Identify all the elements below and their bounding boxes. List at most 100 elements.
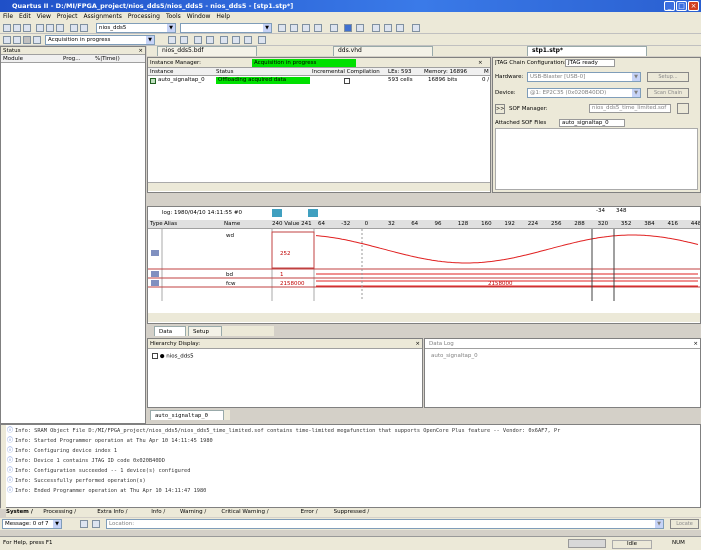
setup-button[interactable]: Setup...: [647, 72, 689, 82]
col-m[interactable]: M: [484, 68, 489, 75]
message-tab[interactable]: System /: [6, 508, 33, 517]
menu-file[interactable]: File: [3, 13, 13, 20]
location-field[interactable]: Location: ▼: [106, 519, 664, 529]
layout-icon[interactable]: [258, 36, 266, 44]
menu-edit[interactable]: Edit: [19, 13, 31, 20]
zoom-out-icon[interactable]: [308, 209, 318, 217]
col-memory[interactable]: Memory: 16896: [424, 68, 467, 75]
tab-stp[interactable]: stp1.stp*: [527, 46, 647, 56]
undo-icon[interactable]: [70, 24, 78, 32]
menu-help[interactable]: Help: [216, 13, 230, 20]
analysis-icon[interactable]: [290, 24, 298, 32]
zoom-icon[interactable]: [168, 36, 176, 44]
read-data-icon[interactable]: [33, 36, 41, 44]
waveform-canvas[interactable]: wd 252 bd 1 fcw 2158000 2158000: [148, 229, 700, 323]
menu-tools[interactable]: Tools: [166, 13, 181, 20]
menu-view[interactable]: View: [37, 13, 51, 20]
menu-assignments[interactable]: Assignments: [83, 13, 121, 20]
message-line[interactable]: Info: Configuration succeeded -- 1 devic…: [15, 467, 190, 475]
tab-auto-signaltap[interactable]: auto_signaltap_0: [150, 410, 224, 420]
message-tab[interactable]: Warning /: [180, 508, 206, 517]
prev-message-icon[interactable]: [80, 520, 88, 528]
menu-project[interactable]: Project: [57, 13, 78, 20]
col-module[interactable]: Module: [3, 55, 23, 62]
compile-icon[interactable]: [278, 24, 286, 32]
message-tab[interactable]: Critical Warning /: [221, 508, 268, 517]
menu-window[interactable]: Window: [187, 13, 211, 20]
device-combo[interactable]: @1: EP2C35 (0x020B40DD) ▼: [527, 88, 641, 98]
message-line[interactable]: Info: Configuring device index 1: [15, 447, 117, 455]
sof-browse-button[interactable]: >>: [495, 104, 505, 114]
open-icon[interactable]: [13, 24, 21, 32]
find-icon[interactable]: [206, 36, 214, 44]
horizontal-scrollbar[interactable]: [148, 182, 490, 191]
start-compile-icon[interactable]: [344, 24, 352, 32]
new-icon[interactable]: [3, 24, 11, 32]
col-time[interactable]: %|Time(): [95, 55, 120, 62]
copy-icon[interactable]: [46, 24, 54, 32]
message-tab[interactable]: Extra Info /: [97, 508, 127, 517]
pin-planner-icon[interactable]: [372, 24, 380, 32]
cut-icon[interactable]: [36, 24, 44, 32]
message-line[interactable]: Info: Started Programmer operation at Th…: [15, 437, 213, 445]
message-line[interactable]: Info: Ended Programmer operation at Thu …: [15, 487, 206, 495]
stop-icon[interactable]: [23, 36, 31, 44]
message-tab[interactable]: Info /: [151, 508, 165, 517]
col-instance[interactable]: Instance: [150, 68, 173, 75]
message-tab[interactable]: Processing /: [43, 508, 76, 517]
message-counter[interactable]: Message: 0 of 7 ▼: [2, 519, 62, 529]
run-icon[interactable]: [13, 36, 21, 44]
hardware-combo[interactable]: USB-Blaster [USB-0] ▼: [527, 72, 641, 82]
timing-icon[interactable]: [330, 24, 338, 32]
tab-bdf[interactable]: nios_dds5.bdf: [157, 46, 257, 56]
incremental-checkbox[interactable]: [344, 78, 350, 84]
close-icon[interactable]: ×: [693, 339, 698, 348]
sof-file-field[interactable]: nios_dds5_time_limited.sof: [589, 104, 671, 113]
hierarchy-icon[interactable]: [244, 36, 252, 44]
close-icon[interactable]: ×: [138, 47, 143, 54]
assembler-icon[interactable]: [314, 24, 322, 32]
checkbox-icon[interactable]: [152, 353, 158, 359]
flag-icon[interactable]: [92, 520, 100, 528]
tab-vhd[interactable]: dds.vhd: [333, 46, 433, 56]
programmer-icon[interactable]: [396, 24, 404, 32]
col-status[interactable]: Status: [216, 68, 234, 75]
sof-program-button[interactable]: [677, 103, 689, 114]
tab-setup[interactable]: Setup: [188, 326, 222, 336]
cursor-icon[interactable]: [180, 36, 188, 44]
rtl-viewer-icon[interactable]: [384, 24, 392, 32]
locate-button[interactable]: Locate: [670, 519, 699, 529]
maximize-button[interactable]: □: [676, 1, 687, 11]
paste-icon[interactable]: [56, 24, 64, 32]
save-icon[interactable]: [23, 24, 31, 32]
redo-icon[interactable]: [80, 24, 88, 32]
message-line[interactable]: Info: SRAM Object File D:/MI/FPGA_projec…: [15, 427, 560, 435]
print-icon[interactable]: [194, 36, 202, 44]
hierarchy-root[interactable]: ● nios_dds5: [152, 353, 194, 361]
data-log-item[interactable]: auto_signaltap_0: [431, 353, 478, 360]
minimize-button[interactable]: _: [664, 1, 675, 11]
close-icon[interactable]: ×: [478, 58, 483, 67]
col-incremental[interactable]: Incremental Compilation: [312, 68, 380, 75]
close-icon[interactable]: ×: [415, 339, 420, 348]
close-button[interactable]: ×: [688, 1, 699, 11]
signaltap-icon[interactable]: [412, 24, 420, 32]
autorun-icon[interactable]: [3, 36, 11, 44]
col-les[interactable]: LEs: 593: [388, 68, 412, 75]
message-tab[interactable]: Suppressed /: [334, 508, 370, 517]
report-icon[interactable]: [356, 24, 364, 32]
scan-chain-button[interactable]: Scan Chain: [647, 88, 689, 98]
zoom-in-icon[interactable]: [272, 209, 282, 217]
toolbar-combo-2[interactable]: ▼: [180, 23, 272, 33]
message-tab[interactable]: Error /: [301, 508, 318, 517]
insert-node-icon[interactable]: [232, 36, 240, 44]
message-line[interactable]: Info: Successfully performed operation(s…: [15, 477, 146, 485]
tab-data[interactable]: Data: [154, 326, 186, 336]
instance-row[interactable]: auto_signaltap_0 Offloading acquired dat…: [148, 77, 490, 85]
col-progress[interactable]: Prog...: [63, 55, 80, 62]
menu-processing[interactable]: Processing: [128, 13, 160, 20]
node-finder-icon[interactable]: [220, 36, 228, 44]
message-line[interactable]: Info: Device 1 contains JTAG ID code 0x0…: [15, 457, 165, 465]
acquisition-status-combo[interactable]: Acquisition in progress ▼: [45, 35, 155, 45]
project-combo[interactable]: nios_dds5 ▼: [96, 23, 176, 33]
